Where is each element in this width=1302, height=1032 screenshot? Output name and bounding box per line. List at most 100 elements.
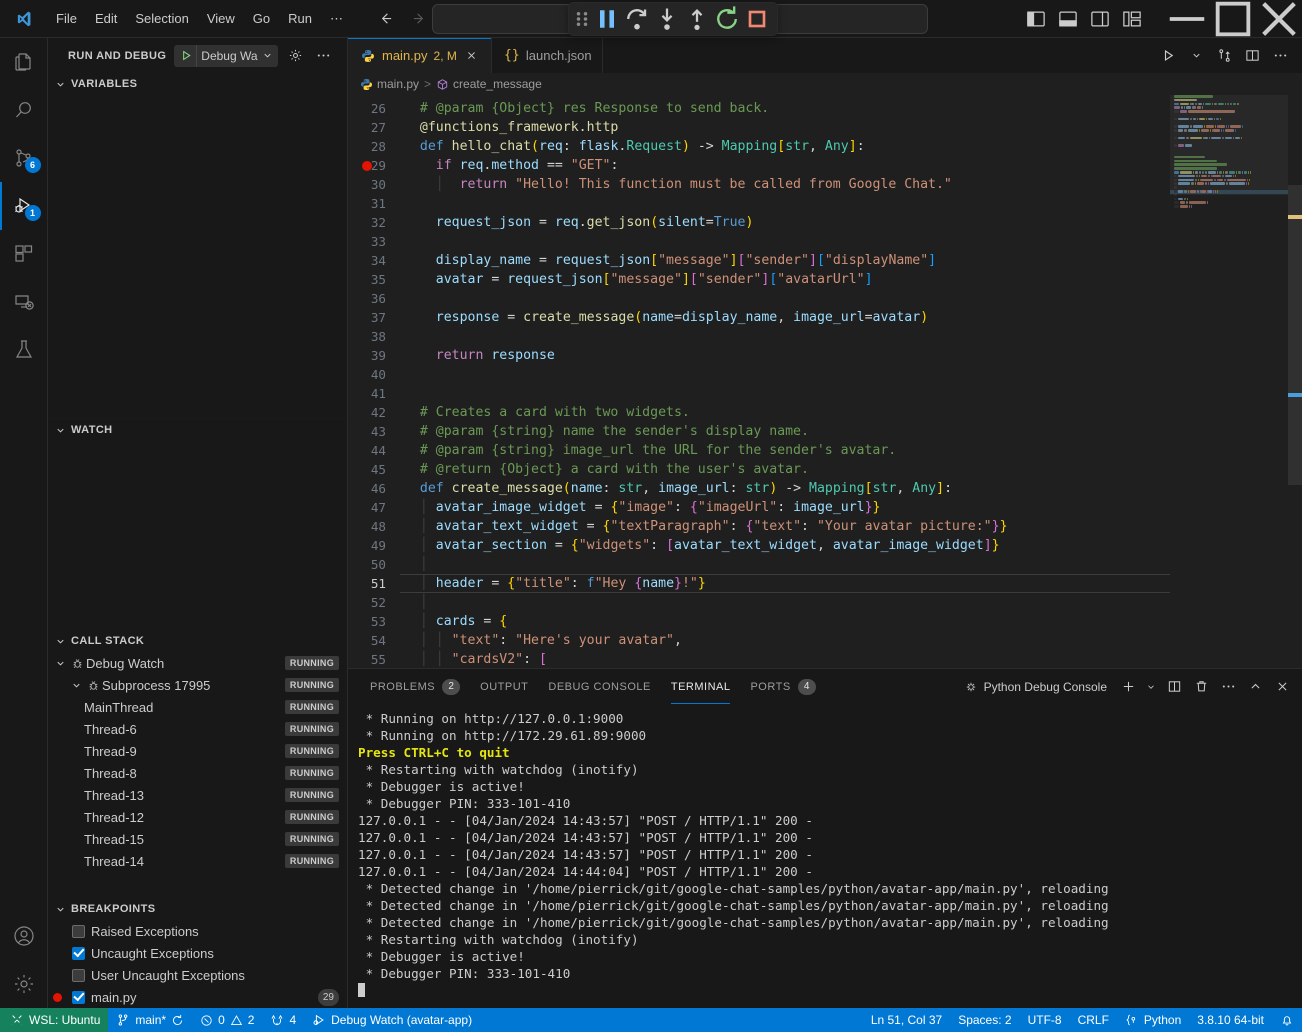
close-tab-button[interactable] [463, 47, 481, 65]
step-out-button[interactable] [683, 6, 711, 32]
code-line[interactable]: 53 │ cards = { [348, 612, 1302, 631]
go-back-icon[interactable] [377, 11, 393, 27]
status-problems[interactable]: 0 2 [192, 1008, 262, 1032]
editor-vertical-scrollbar[interactable] [1288, 95, 1302, 668]
menu-edit[interactable]: Edit [87, 8, 125, 29]
breakpoint-checkbox[interactable] [72, 969, 85, 982]
toggle-secondary-sidebar-icon[interactable] [1090, 9, 1110, 29]
panel-tab-debug-console[interactable]: DEBUG CONSOLE [538, 669, 660, 704]
call-stack-row[interactable]: MainThreadRUNNING [48, 696, 347, 718]
step-into-button[interactable] [653, 6, 681, 32]
run-dropdown-chevron-icon[interactable] [1184, 44, 1208, 68]
chevron-down-icon[interactable] [260, 50, 276, 61]
breakpoint-row[interactable]: User Uncaught Exceptions [48, 964, 347, 986]
activity-manage-settings[interactable] [0, 960, 48, 1008]
toggle-panel-icon[interactable] [1058, 9, 1078, 29]
panel-tab-problems[interactable]: PROBLEMS2 [360, 669, 470, 704]
code-line[interactable]: 31 [348, 194, 1302, 213]
code-line[interactable]: 54 │ │ "text": "Here's your avatar", [348, 631, 1302, 650]
breakpoint-checkbox[interactable] [72, 925, 85, 938]
watch-body[interactable] [48, 441, 347, 630]
code-line[interactable]: 44 # @param {string} image_url the URL f… [348, 441, 1302, 460]
status-git-branch[interactable]: main* [108, 1008, 192, 1032]
code-line[interactable]: 40 [348, 365, 1302, 384]
code-line[interactable]: 38 [348, 327, 1302, 346]
status-interpreter[interactable]: 3.8.10 64-bit [1189, 1008, 1272, 1032]
split-terminal-button[interactable] [1162, 675, 1186, 699]
run-python-file-button[interactable] [1156, 44, 1180, 68]
panel-tab-output[interactable]: OUTPUT [470, 669, 538, 704]
call-stack-row[interactable]: Thread-6RUNNING [48, 718, 347, 740]
activity-search[interactable] [0, 86, 48, 134]
code-line[interactable]: 29 if req.method == "GET": [348, 156, 1302, 175]
code-line[interactable]: 45 # @return {Object} a card with the us… [348, 460, 1302, 479]
call-stack-row[interactable]: Thread-12RUNNING [48, 806, 347, 828]
chevron-down-icon[interactable] [68, 680, 84, 691]
status-encoding[interactable]: UTF-8 [1020, 1008, 1070, 1032]
code-editor[interactable]: 26 # @param {Object} res Response to sen… [348, 95, 1302, 668]
menu-more[interactable]: ⋯ [322, 8, 351, 30]
code-line[interactable]: 32 request_json = req.get_json(silent=Tr… [348, 213, 1302, 232]
call-stack-row[interactable]: Debug WatchRUNNING [48, 652, 347, 674]
code-line[interactable]: 41 [348, 384, 1302, 403]
code-line[interactable]: 43 # @param {string} name the sender's d… [348, 422, 1302, 441]
split-editor-button[interactable] [1240, 44, 1264, 68]
call-stack-row[interactable]: Thread-14RUNNING [48, 850, 347, 872]
call-stack-row[interactable]: Thread-9RUNNING [48, 740, 347, 762]
code-line[interactable]: 36 [348, 289, 1302, 308]
maximize-panel-button[interactable] [1243, 675, 1267, 699]
editor-breakpoint-icon[interactable] [362, 161, 372, 171]
terminal-dropdown-chevron-icon[interactable] [1143, 675, 1159, 699]
status-remote-host[interactable]: WSL: Ubuntu [0, 1008, 108, 1032]
status-ports[interactable]: 4 [262, 1008, 304, 1032]
variables-section-header[interactable]: VARIABLES [48, 73, 347, 95]
maximize-button[interactable] [1210, 0, 1256, 38]
breakpoint-row[interactable]: Uncaught Exceptions [48, 942, 347, 964]
drag-handle-icon[interactable] [575, 9, 589, 29]
code-line[interactable]: 28 def hello_chat(req: flask.Request) ->… [348, 137, 1302, 156]
call-stack-section-header[interactable]: CALL STACK [48, 630, 347, 652]
status-notifications[interactable] [1272, 1008, 1302, 1032]
code-line[interactable]: 48 │ avatar_text_widget = {"textParagrap… [348, 517, 1302, 536]
activity-explorer[interactable] [0, 38, 48, 86]
variables-body[interactable] [48, 95, 347, 418]
status-language-mode[interactable]: Python [1117, 1008, 1189, 1032]
menu-selection[interactable]: Selection [127, 8, 196, 29]
close-window-button[interactable] [1256, 0, 1302, 38]
source-control-compare-button[interactable] [1212, 44, 1236, 68]
status-indentation[interactable]: Spaces: 2 [950, 1008, 1019, 1032]
code-line[interactable]: 39 return response [348, 346, 1302, 365]
active-terminal-label[interactable]: Python Debug Console [964, 680, 1107, 694]
start-debugging-icon[interactable] [176, 49, 196, 62]
editor-tab-main-py[interactable]: main.py2, M [348, 38, 492, 73]
more-actions-icon[interactable] [314, 46, 334, 66]
code-line[interactable]: 35 avatar = request_json["message"]["sen… [348, 270, 1302, 289]
code-line[interactable]: 55 │ │ "cardsV2": [ [348, 650, 1302, 668]
code-line[interactable]: 26 # @param {Object} res Response to sen… [348, 99, 1302, 118]
watch-section-header[interactable]: WATCH [48, 419, 347, 441]
go-forward-icon[interactable] [411, 11, 427, 27]
call-stack-row[interactable]: Thread-13RUNNING [48, 784, 347, 806]
menu-file[interactable]: File [48, 8, 85, 29]
panel-more-actions-button[interactable] [1216, 675, 1240, 699]
editor-more-actions-button[interactable] [1268, 44, 1292, 68]
launch-configuration-selector[interactable]: Debug Wa [174, 45, 277, 67]
activity-accounts[interactable] [0, 912, 48, 960]
code-line[interactable]: 52 │ [348, 593, 1302, 612]
activity-source-control[interactable]: 6 [0, 134, 48, 182]
code-line[interactable]: 27 @functions_framework.http [348, 118, 1302, 137]
code-line[interactable]: 37 response = create_message(name=displa… [348, 308, 1302, 327]
breakpoint-checkbox[interactable] [72, 947, 85, 960]
new-terminal-button[interactable] [1116, 675, 1140, 699]
menu-run[interactable]: Run [280, 8, 320, 29]
code-line[interactable]: 42 # Creates a card with two widgets. [348, 403, 1302, 422]
terminal-output[interactable]: * Running on http://127.0.0.1:9000 * Run… [348, 704, 1302, 1008]
code-line[interactable]: 51 │ header = {"title": f"Hey {name}!"} [348, 574, 1302, 593]
breakpoints-section-header[interactable]: BREAKPOINTS [48, 898, 347, 920]
call-stack-row[interactable]: Subprocess 17995RUNNING [48, 674, 347, 696]
breadcrumb-file[interactable]: main.py [360, 77, 419, 91]
panel-tab-terminal[interactable]: TERMINAL [661, 669, 741, 704]
status-debug-session[interactable]: Debug Watch (avatar-app) [304, 1008, 480, 1032]
code-line[interactable]: 34 display_name = request_json["message"… [348, 251, 1302, 270]
panel-tab-ports[interactable]: PORTS4 [740, 669, 825, 704]
